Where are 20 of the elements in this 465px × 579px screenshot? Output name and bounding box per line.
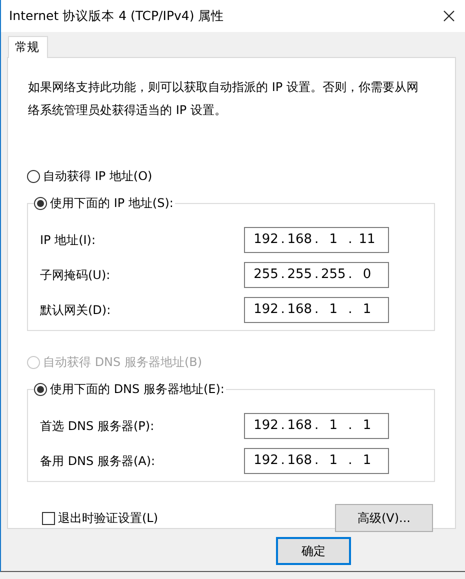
window-title: Internet 协议版本 4 (TCP/IPv4) 属性 [9, 6, 224, 25]
close-icon[interactable] [443, 10, 455, 22]
field-label: 备用 DNS 服务器(A): [40, 452, 156, 470]
radio-button[interactable]: 自动获得 IP 地址(O) [27, 167, 152, 185]
field-label: 首选 DNS 服务器(P): [40, 418, 154, 434]
ip-address-field[interactable]: 192 . 168 . 1 . 1 [244, 448, 389, 474]
ip-address-field[interactable]: 192 . 168 . 1 . 1 [244, 296, 389, 322]
description-text: 如果网络支持此功能，则可以获取自动指派的 IP 设置。否则，你需要从网络系统管理员处获得适当的 IP 设置。 [28, 79, 420, 119]
advanced-button[interactable]: 高级(V)... [335, 504, 433, 532]
radio-button[interactable]: 使用下面的 IP 地址(S): [34, 195, 174, 211]
tab[interactable]: 常规 [8, 36, 48, 58]
field-label: 默认网关(D): [40, 302, 111, 318]
ip-address-field[interactable]: 192 . 168 . 1 . 1 [244, 412, 389, 438]
field-label: 子网掩码(U): [40, 266, 110, 284]
ok-button[interactable]: 确定 [276, 537, 351, 565]
radio-button[interactable]: 使用下面的 DNS 服务器地址(E): [34, 381, 224, 397]
field-label: IP 地址(I): [40, 232, 96, 248]
checkbox[interactable]: 退出时验证设置(L) [42, 509, 158, 527]
ip-address-field[interactable]: 255 . 255 . 255 . 0 [244, 262, 389, 288]
ip-address-field[interactable]: 192 . 168 . 1 . 11 [244, 226, 389, 252]
